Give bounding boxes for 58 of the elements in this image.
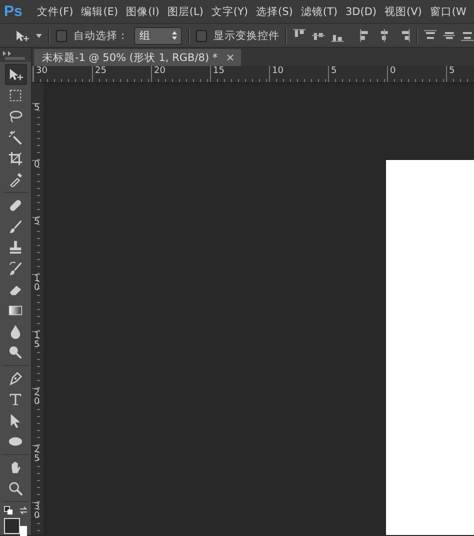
auto-select-dropdown[interactable]: 组 bbox=[134, 26, 182, 44]
magnifier-icon bbox=[8, 480, 23, 496]
ruler-label: 5 bbox=[32, 217, 40, 274]
ruler-label: 15 bbox=[210, 66, 269, 82]
menu-item[interactable]: 窗口(W bbox=[426, 4, 470, 18]
dodge-icon bbox=[8, 344, 23, 360]
menu-item[interactable]: 3D(D) bbox=[342, 6, 380, 18]
stamp-icon bbox=[8, 240, 23, 255]
menu-item[interactable]: 图层(L) bbox=[164, 4, 206, 18]
move-tool-icon bbox=[8, 66, 23, 82]
distribute-icon[interactable] bbox=[461, 29, 474, 42]
ruler-label: 10 bbox=[32, 274, 40, 331]
ruler-label: 30 bbox=[33, 66, 92, 82]
history-brush-icon bbox=[8, 260, 23, 276]
arrow-pointer-icon bbox=[8, 412, 23, 428]
menu-item[interactable]: 图像(I) bbox=[123, 4, 162, 18]
ruler-label: 5 bbox=[328, 66, 387, 82]
menu-item[interactable]: 文字(Y) bbox=[208, 4, 252, 18]
spinner-arrows-icon bbox=[172, 31, 177, 40]
pen-nib-icon bbox=[8, 370, 23, 386]
magic-wand-icon bbox=[8, 130, 23, 145]
menu-item[interactable]: 滤镜(T) bbox=[298, 4, 340, 18]
move-tool-icon[interactable] bbox=[14, 28, 30, 42]
distribute-icon[interactable] bbox=[442, 29, 456, 42]
brush-icon bbox=[8, 218, 23, 234]
close-icon[interactable]: × bbox=[226, 51, 235, 64]
show-transform-label: 显示变换控件 bbox=[213, 28, 280, 42]
ruler-label: 10 bbox=[269, 66, 328, 82]
ruler-label: 0 bbox=[32, 160, 40, 217]
ruler-label: 20 bbox=[32, 388, 40, 445]
foreground-color-swatch[interactable] bbox=[4, 518, 20, 534]
app-logo: Ps bbox=[4, 3, 24, 20]
caret-icon[interactable] bbox=[36, 34, 42, 38]
eyedropper-icon bbox=[8, 172, 23, 187]
checkbox[interactable] bbox=[196, 30, 208, 42]
checkbox[interactable] bbox=[56, 30, 68, 42]
tool-button[interactable] bbox=[4, 64, 26, 85]
lasso-icon bbox=[8, 108, 23, 124]
ruler-label: 15 bbox=[32, 331, 40, 388]
distribute-icon[interactable] bbox=[424, 29, 437, 42]
ruler-label: 25 bbox=[32, 445, 40, 502]
auto-select-label: 自动选择： bbox=[73, 28, 128, 42]
crop-icon bbox=[8, 150, 23, 166]
document-tab[interactable]: 未标题-1 @ 50% (形状 1, RGB/8) * × bbox=[34, 49, 241, 66]
menu-item[interactable]: 选择(S) bbox=[253, 4, 296, 18]
ruler-label: 0 bbox=[387, 66, 446, 82]
ruler-label: 5 bbox=[32, 103, 40, 160]
marquee-icon bbox=[8, 88, 23, 103]
menu-item[interactable]: 视图(V) bbox=[382, 4, 425, 18]
default-colors-icon[interactable] bbox=[4, 506, 12, 515]
water-drop-icon bbox=[8, 324, 23, 339]
menu-item[interactable]: 文件(F) bbox=[34, 4, 76, 18]
swap-arrows-icon[interactable] bbox=[18, 506, 28, 515]
ruler-label: 20 bbox=[151, 66, 210, 82]
ruler-label: 25 bbox=[92, 66, 151, 82]
text-tool-icon bbox=[8, 392, 23, 407]
collapse-icon[interactable] bbox=[3, 51, 12, 56]
menu-item[interactable]: 编辑(E) bbox=[78, 4, 122, 18]
